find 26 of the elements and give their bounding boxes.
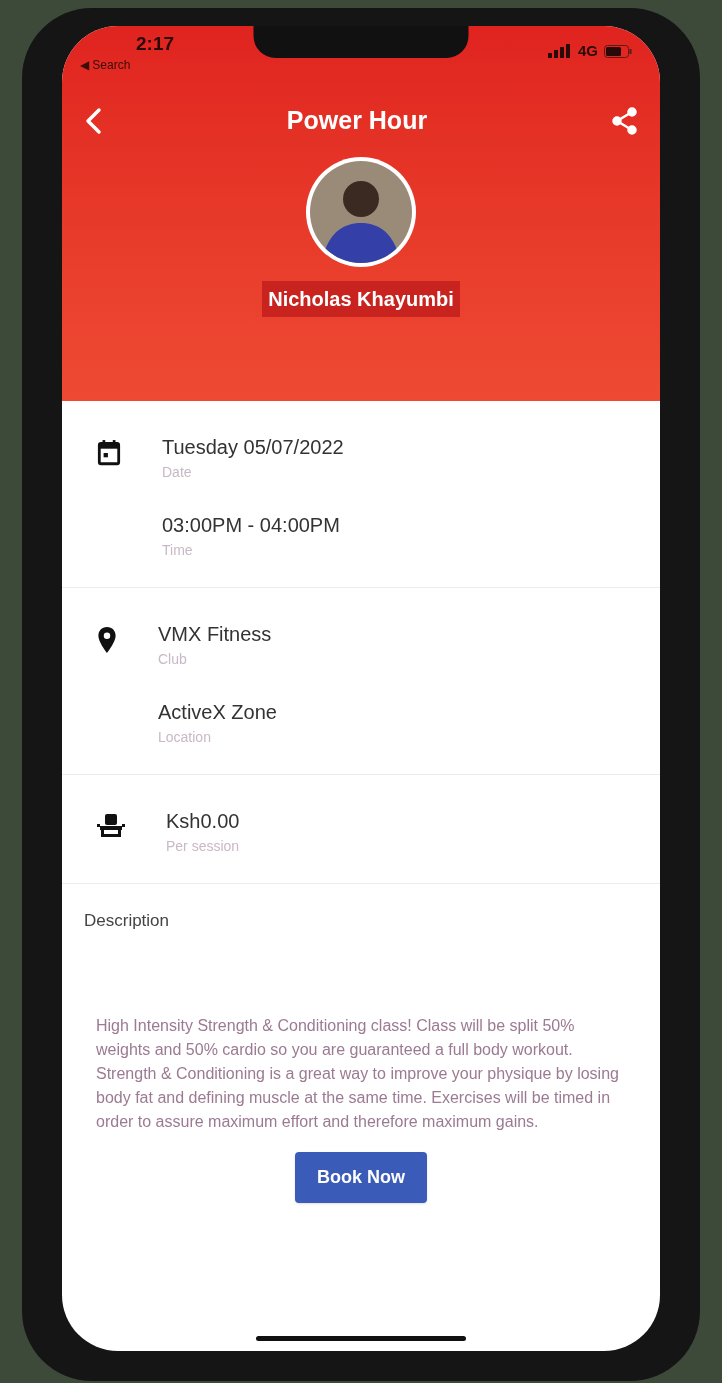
- calendar-icon: [96, 439, 122, 467]
- share-icon: [612, 106, 638, 135]
- signal-icon: [548, 44, 572, 59]
- detail-label: Date: [162, 463, 193, 482]
- detail-value: ActiveX Zone: [158, 700, 277, 725]
- status-time: 2:17: [135, 32, 175, 56]
- detail-label: Per session: [166, 837, 240, 856]
- detail-label: Club: [158, 650, 188, 669]
- book-now-button[interactable]: Book Now: [295, 1151, 427, 1203]
- share-button[interactable]: [610, 104, 640, 137]
- page-title: Power Hour: [286, 104, 428, 136]
- detail-value: VMX Fitness: [158, 622, 273, 647]
- detail-value: 03:00PM - 04:00PM: [162, 513, 341, 538]
- detail-value: Ksh0.00: [166, 809, 240, 834]
- battery-icon: [604, 44, 632, 58]
- location-pin-icon: [96, 626, 118, 654]
- detail-label: Time: [162, 541, 194, 560]
- back-to-app-link[interactable]: ◀ Search: [80, 55, 175, 74]
- detail-value: Tuesday 05/07/2022: [162, 435, 344, 460]
- armchair-icon: [96, 813, 126, 839]
- instructor-name: Nicholas Khayumbi: [262, 281, 460, 318]
- description-heading: Description: [84, 910, 171, 932]
- description-text: High Intensity Strength & Conditioning class! Class will be split 50% weights and 50% cardio so you are guaranteed a full body workout. Strength & Conditioning is a great way to improve your physique by losing body fat and defining muscle at the same time. Exercises will be timed in order to assure maximum effort and therefore maximum gains.: [96, 1015, 620, 1132]
- back-chevron-icon: [84, 106, 102, 135]
- detail-label: Location: [158, 728, 212, 747]
- network-label: 4G: [578, 41, 598, 61]
